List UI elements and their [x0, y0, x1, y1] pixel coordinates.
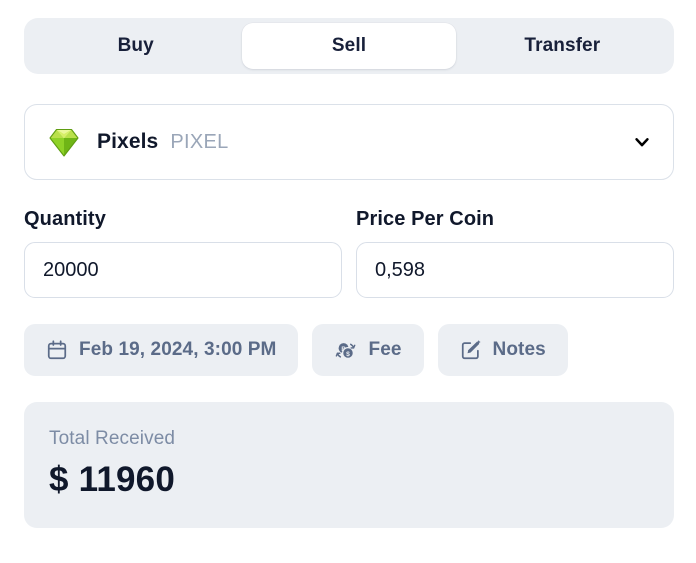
- fee-button[interactable]: B $ Fee: [312, 324, 424, 376]
- quantity-input[interactable]: [24, 242, 342, 298]
- price-per-coin-input[interactable]: [356, 242, 674, 298]
- tab-buy-label: Buy: [117, 35, 154, 56]
- calendar-icon: [47, 340, 67, 360]
- total-received-label: Total Received: [49, 428, 176, 449]
- sell-transaction-form: Buy Sell Transfer Pixels PIXEL Quantity: [0, 0, 696, 563]
- price-field-group: Price Per Coin: [356, 208, 674, 298]
- tab-transfer[interactable]: Transfer: [456, 23, 669, 69]
- amount-fields: Quantity Price Per Coin: [24, 208, 674, 298]
- fee-label: Fee: [368, 339, 402, 360]
- tab-transfer-label: Transfer: [524, 35, 601, 56]
- chevron-down-icon[interactable]: [633, 133, 651, 151]
- date-time-label: Feb 19, 2024, 3:00 PM: [79, 339, 277, 360]
- quantity-label: Quantity: [24, 208, 106, 230]
- green-gem-icon: [49, 128, 79, 157]
- coin-name: Pixels: [97, 130, 159, 153]
- transaction-options: Feb 19, 2024, 3:00 PM B $ Fee Notes: [24, 324, 673, 376]
- total-received-value: $ 11960: [49, 460, 175, 499]
- tab-buy[interactable]: Buy: [29, 23, 242, 69]
- tab-sell[interactable]: Sell: [242, 23, 456, 69]
- notes-button[interactable]: Notes: [437, 324, 568, 376]
- transaction-type-tabs: Buy Sell Transfer: [24, 18, 674, 74]
- tab-sell-label: Sell: [331, 35, 367, 56]
- total-received-panel: Total Received $ 11960: [24, 402, 674, 528]
- quantity-field-group: Quantity: [24, 208, 342, 298]
- edit-pencil-icon: [461, 340, 481, 360]
- price-per-coin-label: Price Per Coin: [356, 208, 495, 230]
- date-time-button[interactable]: Feb 19, 2024, 3:00 PM: [24, 324, 299, 376]
- svg-text:$: $: [347, 350, 351, 357]
- notes-label: Notes: [492, 339, 546, 360]
- coins-exchange-icon: B $: [336, 342, 356, 359]
- coin-select-dropdown[interactable]: Pixels PIXEL: [24, 104, 674, 180]
- coin-ticker: PIXEL: [170, 130, 229, 153]
